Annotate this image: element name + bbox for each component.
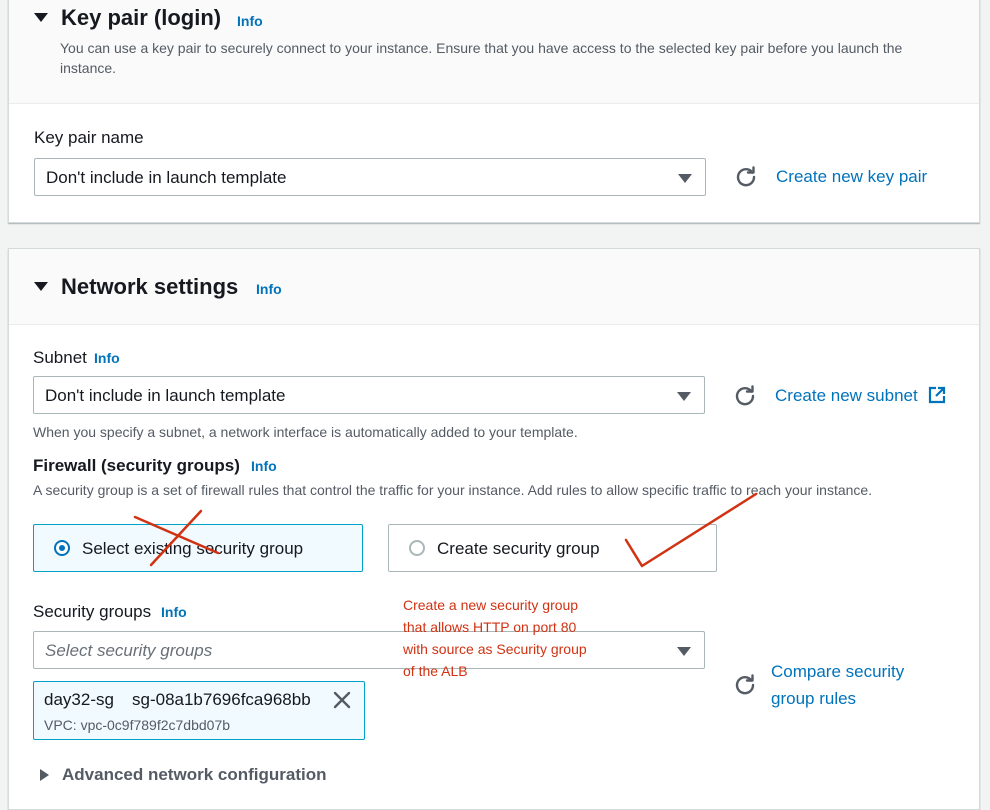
caret-down-icon [677, 392, 691, 401]
caret-right-icon[interactable] [40, 769, 49, 781]
refresh-icon[interactable] [734, 385, 756, 407]
subnet-selected-value: Don't include in launch template [45, 386, 286, 405]
caret-down-icon [678, 174, 692, 183]
key-pair-description: You can use a key pair to securely conne… [60, 40, 903, 76]
create-sg-label: Create security group [437, 539, 600, 558]
compare-sg-rules-link-line2[interactable]: group rules [771, 689, 856, 709]
select-existing-sg-option[interactable]: Select existing security group [33, 524, 363, 572]
radio-selected[interactable] [54, 540, 70, 556]
compare-sg-rules-link-line1[interactable]: Compare security [771, 662, 904, 682]
key-pair-title: Key pair (login) [61, 5, 222, 30]
refresh-icon[interactable] [734, 674, 756, 696]
security-groups-label: Security groups [33, 602, 152, 621]
refresh-icon[interactable] [735, 166, 757, 188]
security-groups-info-link[interactable]: Info [161, 604, 187, 620]
caret-down-icon[interactable] [34, 282, 48, 291]
key-pair-name-label: Key pair name [34, 128, 144, 147]
create-subnet-link[interactable]: Create new subnet [775, 386, 918, 406]
firewall-description: A security group is a set of firewall ru… [33, 482, 873, 498]
subnet-label: Subnet [33, 348, 87, 367]
create-key-pair-link[interactable]: Create new key pair [776, 167, 927, 187]
security-group-token: day32-sg sg-08a1b7696fca968bb VPC: vpc-0… [33, 681, 365, 740]
annotation-note: Create a new security group that allows … [403, 597, 587, 679]
advanced-network-config-toggle[interactable]: Advanced network configuration [62, 765, 326, 785]
sg-token-vpc: VPC: vpc-0c9f789f2c7dbd07b [44, 717, 231, 733]
network-settings-title: Network settings [61, 274, 239, 299]
select-existing-sg-label: Select existing security group [82, 539, 304, 558]
network-settings-header: Network settings Info [9, 249, 979, 325]
close-icon[interactable] [332, 690, 352, 710]
key-pair-select[interactable]: Don't include in launch template [34, 158, 706, 196]
key-pair-header: Key pair (login) Info You can use a key … [9, 0, 979, 104]
radio-unselected[interactable] [409, 540, 425, 556]
caret-down-icon [677, 647, 691, 656]
key-pair-panel: Key pair (login) Info You can use a key … [8, 0, 980, 223]
caret-down-icon[interactable] [34, 13, 48, 22]
key-pair-info-link[interactable]: Info [237, 13, 263, 29]
sg-token-id: sg-08a1b7696fca968bb [132, 690, 311, 709]
key-pair-selected-value: Don't include in launch template [46, 168, 287, 187]
security-groups-select[interactable]: Select security groups [33, 631, 705, 669]
firewall-label: Firewall (security groups) [33, 456, 240, 475]
external-link-icon[interactable] [928, 386, 946, 404]
subnet-select[interactable]: Don't include in launch template [33, 376, 705, 414]
create-sg-option[interactable]: Create security group [388, 524, 717, 572]
subnet-info-link[interactable]: Info [94, 350, 120, 366]
sg-token-name: day32-sg [44, 690, 114, 709]
network-settings-info-link[interactable]: Info [256, 281, 282, 297]
security-groups-placeholder: Select security groups [45, 641, 213, 660]
subnet-hint: When you specify a subnet, a network int… [33, 424, 578, 440]
firewall-info-link[interactable]: Info [251, 458, 277, 474]
